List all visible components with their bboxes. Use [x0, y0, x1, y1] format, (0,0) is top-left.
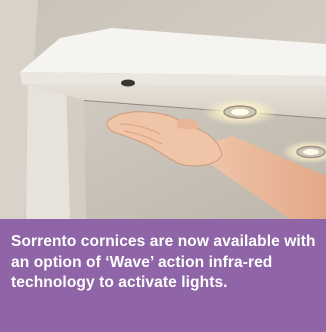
product-promo-panel: Sorrento cornices are now available with…	[0, 0, 326, 332]
infrared-sensor	[121, 79, 135, 87]
caption-box: Sorrento cornices are now available with…	[0, 219, 326, 332]
cornice-product-photo	[0, 0, 326, 219]
caption-text: Sorrento cornices are now available with…	[11, 233, 316, 291]
